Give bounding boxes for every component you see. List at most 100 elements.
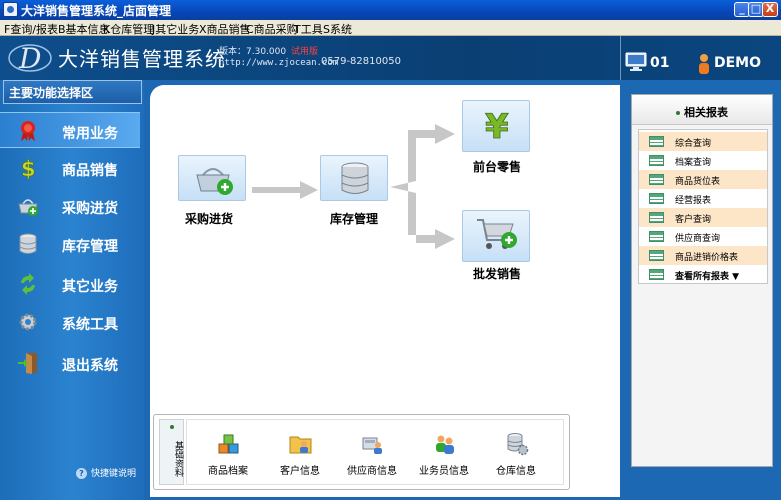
inventory-label: 库存管理 [330,212,379,226]
purchase-label: 采购进货 [185,212,234,226]
report-item-label: 档案查询 [675,158,712,168]
basic-item-label: 供应商信息 [347,466,397,477]
basic-info-tab[interactable]: 基础资料 [159,419,184,485]
reports-heading-label: 相关报表 [684,106,728,119]
menu-bar: F查询/报表 B基本信息 K仓库管理 J其它业务 X商品销售 C商品采购 T工具… [0,20,781,36]
report-item-label: 商品货位表 [675,177,721,187]
menu-query-report[interactable]: F查询/报表 [4,21,58,37]
reports-panel: 相关报表 综合查询 档案查询 商品货位表 经营报表 客户查询 供应商查询 商品进… [631,94,773,467]
sidebar-item-product-sales[interactable]: $ 商品销售 [0,150,140,186]
shortcut-help-link[interactable]: ? 快捷键说明 [76,466,136,479]
basic-item-label: 业务员信息 [419,466,469,477]
table-icon [649,212,664,223]
window-title: 大洋销售管理系统_店面管理 [21,4,172,18]
sidebar-item-label: 采购进货 [62,201,118,217]
svg-text:D: D [18,42,41,75]
sidebar-item-common-business[interactable]: 常用业务 [0,112,140,148]
bullet-icon [676,111,680,115]
database-icon [19,233,37,254]
basic-info-tab-label: 基础资料 [173,440,183,477]
flow-arrows [252,124,455,249]
basic-item-product-archive[interactable]: 商品档案 [191,420,265,486]
dollar-icon: $ [21,157,36,179]
menu-system[interactable]: S系统 [323,21,352,37]
system-title: 大洋销售管理系统 [58,47,226,71]
sidebar-item-label: 其它业务 [62,279,118,295]
menu-tools[interactable]: T工具 [294,21,323,37]
reports-heading: 相关报表 [632,95,772,125]
view-all-reports-link[interactable]: 查看所有报表 ▼ [639,265,767,284]
sidebar-item-label: 系统工具 [62,317,118,333]
close-button[interactable]: X [762,2,778,17]
report-item-label: 经营报表 [675,196,712,206]
report-item-label: 客户查询 [675,215,712,225]
refresh-arrows-icon [21,273,35,295]
table-icon [649,136,664,147]
sidebar: 主要功能选择区 常用业务 $ 商品销售 采购进货 库存管理 其它业务 系统工具 … [0,80,144,500]
report-item-composite-query[interactable]: 综合查询 [639,132,767,151]
menu-sales[interactable]: X商品销售 [199,21,251,37]
app-icon [3,2,18,17]
version-text: 版本：7.30.000 [219,47,287,57]
report-item-price-table[interactable]: 商品进销价格表 [639,246,767,265]
report-item-product-location[interactable]: 商品货位表 [639,170,767,189]
svg-text:¥: ¥ [485,107,509,142]
warehouse-db-icon [507,433,529,456]
arrow-inventory-to-retail [390,124,455,187]
table-icon [649,174,664,185]
svg-text:$: $ [21,157,36,179]
basic-item-label: 客户信息 [280,466,320,477]
report-item-archive-query[interactable]: 档案查询 [639,151,767,170]
retail-label: 前台零售 [473,160,522,174]
sidebar-item-label: 常用业务 [62,126,118,142]
basket-add-icon [196,168,233,195]
sidebar-item-label: 商品销售 [62,163,118,179]
report-item-customer-query[interactable]: 客户查询 [639,208,767,227]
monitor-icon [625,52,647,71]
basic-item-warehouse-info[interactable]: 仓库信息 [479,420,553,486]
report-item-label: 综合查询 [675,139,712,149]
wholesale-node[interactable] [462,210,530,262]
sidebar-item-other-business[interactable]: 其它业务 [0,266,140,302]
basic-info-items: 商品档案 客户信息 供应商信息 业务员信息 仓库信息 [186,419,564,485]
menu-purchasing[interactable]: C商品采购 [246,21,298,37]
phone-number: 0579-82810050 [321,56,401,67]
window-titlebar[interactable]: 大洋销售管理系统_店面管理 _ □ X [0,0,781,20]
sidebar-item-system-tools[interactable]: 系统工具 [0,304,140,340]
basic-item-label: 仓库信息 [496,466,536,477]
basic-item-supplier-info[interactable]: 供应商信息 [335,420,409,486]
reports-list: 综合查询 档案查询 商品货位表 经营报表 客户查询 供应商查询 商品进销价格表 … [638,129,768,284]
retail-node[interactable]: ¥ [462,100,530,152]
product-boxes-icon [218,434,239,454]
award-ribbon-icon [21,121,35,141]
cart-add-icon [477,219,517,249]
sidebar-heading: 主要功能选择区 [3,80,142,104]
purchase-node[interactable] [178,155,246,201]
supplier-icon [362,437,382,454]
arrow-inventory-to-wholesale [390,187,455,249]
sidebar-item-label: 退出系统 [62,358,118,374]
yen-icon: ¥ [485,107,510,142]
table-icon [649,193,664,204]
arrow-purchase-to-inventory [252,181,318,199]
shortcut-help-label: 快捷键说明 [91,469,137,479]
version-badge: 试用版 [291,47,319,57]
menu-basic-info[interactable]: B基本信息 [58,21,110,37]
table-icon [649,269,664,280]
sidebar-item-exit-system[interactable]: 退出系统 [0,345,140,381]
customer-folder-icon [289,436,312,454]
report-item-supplier-query[interactable]: 供应商查询 [639,227,767,246]
basic-item-customer-info[interactable]: 客户信息 [263,420,337,486]
sidebar-item-label: 库存管理 [62,239,118,255]
table-icon [649,250,664,261]
sidebar-item-purchasing[interactable]: 采购进货 [0,188,140,224]
user-name: DEMO [714,55,762,71]
basic-item-label: 商品档案 [208,466,248,477]
report-item-operating-report[interactable]: 经营报表 [639,189,767,208]
sidebar-item-inventory[interactable]: 库存管理 [0,226,140,262]
menu-other-business[interactable]: J其它业务 [152,21,199,37]
header-divider [620,36,621,80]
basic-item-salesperson-info[interactable]: 业务员信息 [407,420,481,486]
inventory-node[interactable] [320,155,388,201]
menu-warehouse[interactable]: K仓库管理 [103,21,154,37]
